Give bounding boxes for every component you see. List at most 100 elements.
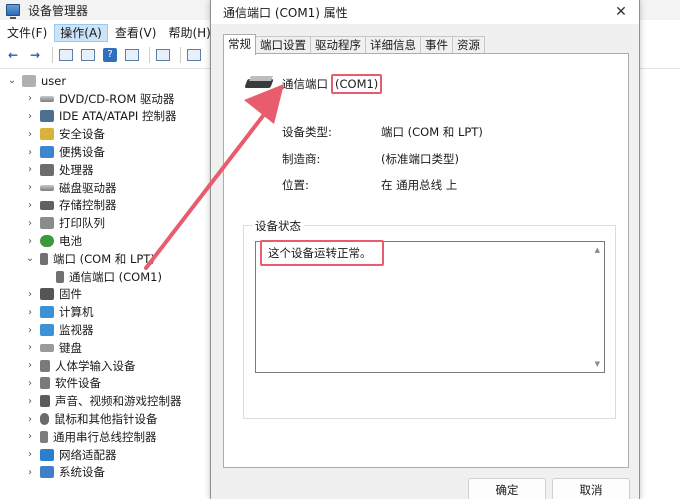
forward-arrow-icon[interactable]: → <box>26 46 44 64</box>
tab-general[interactable]: 常规 <box>223 34 256 55</box>
chevron-down-icon[interactable]: ⌄ <box>6 75 18 86</box>
device-manager-app-icon <box>6 4 20 19</box>
tree-item-storage[interactable]: › 存储控制器 <box>0 197 210 215</box>
tree-item-computer[interactable]: › 计算机 <box>0 303 210 321</box>
tree-item-ide[interactable]: › IDE ATA/ATAPI 控制器 <box>0 108 210 126</box>
tree-item-portable[interactable]: › 便携设备 <box>0 143 210 161</box>
chevron-right-icon[interactable]: › <box>24 236 36 247</box>
hid-icon <box>40 359 50 372</box>
dialog-title: 通信端口 (COM1) 属性 <box>223 5 348 20</box>
chevron-right-icon[interactable]: › <box>24 378 36 389</box>
tree-root[interactable]: ⌄ user <box>0 72 210 90</box>
tree-item-sound[interactable]: › 声音、视频和游戏控制器 <box>0 392 210 410</box>
tree-item-label: 人体学输入设备 <box>55 358 136 373</box>
tree-item-usb[interactable]: › 通用串行总线控制器 <box>0 428 210 446</box>
tree-item-ports[interactable]: ⌄ 端口 (COM 和 LPT) <box>0 250 210 268</box>
tree-item-label: 通信端口 (COM1) <box>69 269 162 284</box>
show-hide-tree-icon[interactable] <box>57 46 75 64</box>
chevron-right-icon[interactable]: › <box>24 182 36 193</box>
tree-item-battery[interactable]: › 电池 <box>0 232 210 250</box>
tree-item-dvd[interactable]: › DVD/CD-ROM 驱动器 <box>0 90 210 108</box>
tree-item-com1[interactable]: 通信端口 (COM1) <box>0 268 210 286</box>
tree-item-mouse[interactable]: › 鼠标和其他指针设备 <box>0 410 210 428</box>
help-icon[interactable]: ? <box>101 46 119 64</box>
properties-dialog: 通信端口 (COM1) 属性 ✕ 常规 端口设置 驱动程序 详细信息 事件 资源… <box>210 0 640 499</box>
chevron-right-icon[interactable]: › <box>24 200 36 211</box>
chevron-right-icon[interactable]: › <box>24 360 36 371</box>
scan-hardware-icon[interactable] <box>185 46 203 64</box>
chevron-right-icon[interactable]: › <box>24 449 36 460</box>
tree-item-keyboard[interactable]: › 键盘 <box>0 339 210 357</box>
tree-item-disk[interactable]: › 磁盘驱动器 <box>0 179 210 197</box>
tree-item-software[interactable]: › 软件设备 <box>0 375 210 393</box>
property-row: 位置: 在 通用总线 上 <box>282 177 483 204</box>
tab-resources[interactable]: 资源 <box>452 36 485 54</box>
tree-item-label: 存储控制器 <box>59 198 117 213</box>
property-key: 位置: <box>282 178 309 192</box>
chevron-right-icon[interactable]: › <box>24 414 36 425</box>
chevron-right-icon[interactable]: › <box>24 325 36 336</box>
toolbar-separator <box>52 47 53 63</box>
tree-item-label: 网络适配器 <box>59 447 117 462</box>
computer-root-icon <box>22 74 36 87</box>
chevron-right-icon[interactable]: › <box>24 342 36 353</box>
property-row: 设备类型: 端口 (COM 和 LPT) <box>282 124 483 151</box>
chevron-down-icon[interactable]: ⌄ <box>24 253 36 264</box>
chevron-right-icon[interactable]: › <box>24 289 36 300</box>
tree-item-firmware[interactable]: › 固件 <box>0 286 210 304</box>
scroll-up-icon[interactable]: ▲ <box>595 246 600 254</box>
toolbar: ← → ? <box>0 44 207 66</box>
tree-item-print[interactable]: › 打印队列 <box>0 214 210 232</box>
disk-drive-icon <box>40 95 54 102</box>
chevron-right-icon[interactable]: › <box>24 431 36 442</box>
dialog-titlebar: 通信端口 (COM1) 属性 <box>211 0 639 24</box>
chevron-right-icon[interactable]: › <box>24 307 36 318</box>
system-device-icon <box>40 466 54 479</box>
tab-port-settings[interactable]: 端口设置 <box>255 36 311 54</box>
device-status-textbox[interactable]: 这个设备运转正常。 ▲ ▼ <box>255 240 605 373</box>
close-icon[interactable]: ✕ <box>613 4 629 20</box>
tree-item-processor[interactable]: › 处理器 <box>0 161 210 179</box>
menu-help[interactable]: 帮助(H) <box>163 24 215 42</box>
menu-action[interactable]: 操作(A) <box>54 24 108 42</box>
cancel-button[interactable]: 取消 <box>552 478 630 499</box>
device-name: 通信端口 (COM1) <box>282 74 383 94</box>
tree-item-label: 系统设备 <box>59 465 105 480</box>
tab-events[interactable]: 事件 <box>420 36 453 54</box>
tree-item-network[interactable]: › 网络适配器 <box>0 446 210 464</box>
property-value: 在 通用总线 上 <box>381 178 458 192</box>
chevron-right-icon[interactable]: › <box>24 147 36 158</box>
scroll-down-icon[interactable]: ▼ <box>595 360 600 368</box>
menu-view[interactable]: 查看(V) <box>110 24 162 42</box>
ok-button[interactable]: 确定 <box>468 478 546 499</box>
tree-item-hid[interactable]: › 人体学输入设备 <box>0 357 210 375</box>
tab-driver[interactable]: 驱动程序 <box>310 36 366 54</box>
chevron-right-icon[interactable]: › <box>24 467 36 478</box>
chevron-right-icon[interactable]: › <box>24 93 36 104</box>
tab-details[interactable]: 详细信息 <box>365 36 421 54</box>
tree-item-label: 通用串行总线控制器 <box>53 429 157 444</box>
processor-icon <box>40 163 54 176</box>
update-driver-icon[interactable] <box>154 46 172 64</box>
tree-item-label: 固件 <box>59 287 82 302</box>
mouse-icon <box>40 413 49 426</box>
chevron-right-icon[interactable]: › <box>24 218 36 229</box>
menu-file[interactable]: 文件(F) <box>2 24 52 42</box>
key-icon <box>40 128 54 141</box>
tree-item-monitor[interactable]: › 监视器 <box>0 321 210 339</box>
chevron-right-icon[interactable]: › <box>24 129 36 140</box>
ide-controller-icon <box>40 110 54 123</box>
chevron-right-icon[interactable]: › <box>24 164 36 175</box>
chevron-right-icon[interactable]: › <box>24 111 36 122</box>
back-arrow-icon[interactable]: ← <box>4 46 22 64</box>
computer-icon <box>40 306 54 319</box>
tree-item-label: 键盘 <box>59 340 82 355</box>
action-pane-icon[interactable] <box>123 46 141 64</box>
tree-item-security[interactable]: › 安全设备 <box>0 125 210 143</box>
tree-item-system[interactable]: › 系统设备 <box>0 464 210 482</box>
port-connector-icon <box>40 252 48 265</box>
chevron-right-icon[interactable]: › <box>24 396 36 407</box>
properties-icon[interactable] <box>79 46 97 64</box>
hard-disk-icon <box>40 184 54 191</box>
tree-item-label: 软件设备 <box>55 376 101 391</box>
